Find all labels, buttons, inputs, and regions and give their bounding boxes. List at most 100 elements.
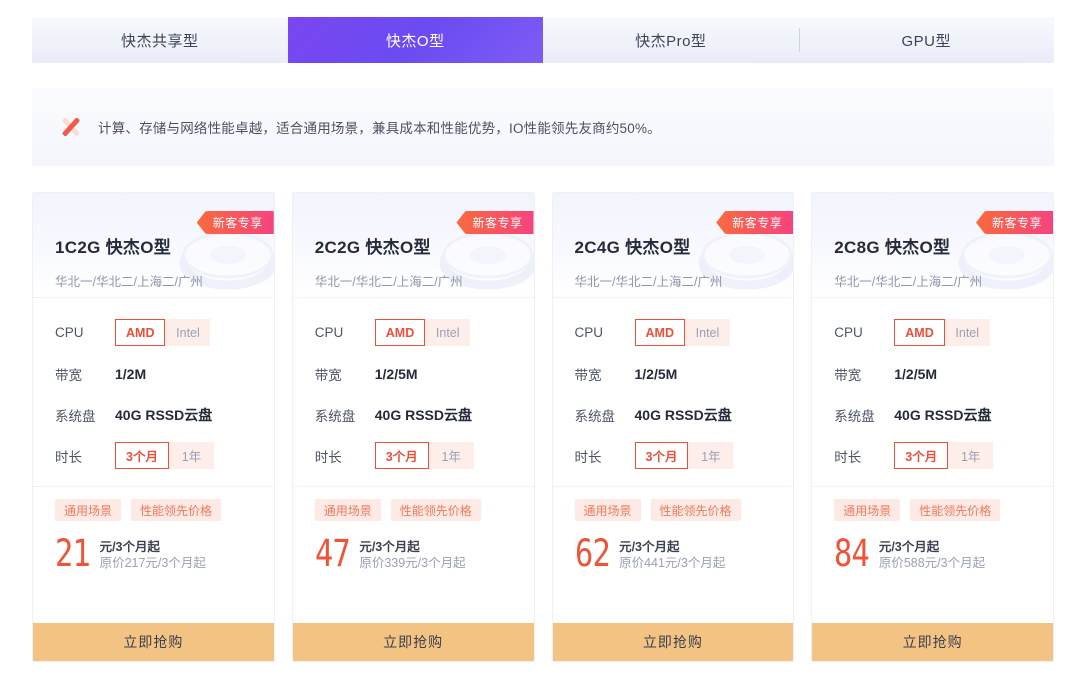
banner-text: 计算、存储与网络性能卓越，适合通用场景，兼具成本和性能优势，IO性能领先友商约5… bbox=[98, 117, 661, 137]
tab-3[interactable]: GPU型 bbox=[799, 17, 1055, 63]
spec-row: 带宽1/2/5M bbox=[834, 353, 1031, 394]
price-amount: 21 bbox=[55, 537, 90, 571]
price-amount: 62 bbox=[575, 537, 610, 571]
seg-option[interactable]: 3个月 bbox=[115, 442, 169, 469]
spec-label: 系统盘 bbox=[575, 405, 635, 425]
card-header: 新客专享1C2G 快杰O型华北一/华北二/上海二/广州 bbox=[33, 193, 274, 297]
buy-now-button[interactable]: 立即抢购 bbox=[33, 623, 274, 661]
new-customer-badge: 新客专享 bbox=[197, 211, 274, 234]
spec-value: 1/2/5M bbox=[894, 366, 937, 382]
original-price: 原价217元/3个月起 bbox=[100, 555, 206, 572]
card-header: 新客专享2C4G 快杰O型华北一/华北二/上海二/广州 bbox=[553, 193, 794, 297]
seg-option[interactable]: 1年 bbox=[948, 442, 993, 469]
new-customer-badge: 新客专享 bbox=[716, 211, 793, 234]
buy-now-button[interactable]: 立即抢购 bbox=[812, 623, 1053, 661]
spark-cross-icon bbox=[60, 116, 82, 138]
cpu-selector[interactable]: AMDIntel bbox=[894, 319, 989, 346]
cpu-selector[interactable]: AMDIntel bbox=[635, 319, 730, 346]
duration-selector[interactable]: 3个月1年 bbox=[894, 442, 993, 469]
card-header: 新客专享2C8G 快杰O型华北一/华北二/上海二/广州 bbox=[812, 193, 1053, 297]
price-line: 47元/3个月起原价339元/3个月起 bbox=[315, 537, 512, 572]
seg-option[interactable]: AMD bbox=[894, 319, 944, 346]
tag-list: 通用场景性能领先价格 bbox=[315, 499, 512, 521]
feature-tag: 性能领先价格 bbox=[131, 499, 221, 521]
seg-option[interactable]: Intel bbox=[425, 319, 470, 346]
spec-value: 40G RSSD云盘 bbox=[635, 405, 732, 425]
tab-1[interactable]: 快杰O型 bbox=[288, 17, 544, 63]
spec-list: CPUAMDIntel带宽1/2/5M系统盘40G RSSD云盘时长3个月1年 bbox=[553, 298, 794, 486]
spec-row: 时长3个月1年 bbox=[575, 435, 772, 476]
spec-row: 带宽1/2/5M bbox=[315, 353, 512, 394]
seg-option[interactable]: AMD bbox=[115, 319, 165, 346]
price-amount: 84 bbox=[834, 537, 869, 571]
price-section: 通用场景性能领先价格 84 元/3个月起原价588元/3个月起 bbox=[812, 487, 1053, 623]
spec-list: CPUAMDIntel带宽1/2/5M系统盘40G RSSD云盘时长3个月1年 bbox=[812, 298, 1053, 486]
price-section: 通用场景性能领先价格 47元/3个月起原价339元/3个月起 bbox=[293, 487, 534, 623]
spec-list: CPUAMDIntel带宽1/2M系统盘40G RSSD云盘时长3个月1年 bbox=[33, 298, 274, 486]
seg-option[interactable]: 3个月 bbox=[894, 442, 948, 469]
spec-label: 时长 bbox=[315, 446, 375, 466]
feature-tag: 通用场景 bbox=[315, 499, 381, 521]
tab-label: 快杰共享型 bbox=[121, 30, 199, 51]
price-line: 62元/3个月起原价441元/3个月起 bbox=[575, 537, 772, 572]
price-line: 21 元/3个月起原价217元/3个月起 bbox=[55, 537, 252, 572]
spec-row: 时长3个月1年 bbox=[55, 435, 252, 476]
seg-option[interactable]: 1年 bbox=[169, 442, 214, 469]
duration-selector[interactable]: 3个月1年 bbox=[115, 442, 214, 469]
spec-label: CPU bbox=[834, 325, 894, 340]
product-card-grid: 新客专享1C2G 快杰O型华北一/华北二/上海二/广州CPUAMDIntel带宽… bbox=[32, 192, 1054, 662]
card-regions: 华北一/华北二/上海二/广州 bbox=[575, 271, 794, 290]
price-unit: 元/3个月起 bbox=[359, 539, 465, 555]
spec-label: 带宽 bbox=[575, 364, 635, 384]
card-title: 2C8G 快杰O型 bbox=[834, 233, 1053, 258]
original-price: 原价588元/3个月起 bbox=[879, 555, 985, 572]
spec-value: 40G RSSD云盘 bbox=[894, 405, 991, 425]
price-line: 84 元/3个月起原价588元/3个月起 bbox=[834, 537, 1031, 572]
spec-label: 系统盘 bbox=[55, 405, 115, 425]
tag-list: 通用场景性能领先价格 bbox=[834, 499, 1031, 521]
price-unit: 元/3个月起 bbox=[100, 539, 206, 555]
seg-option[interactable]: 3个月 bbox=[375, 442, 429, 469]
buy-now-button[interactable]: 立即抢购 bbox=[553, 623, 794, 661]
tab-2[interactable]: 快杰Pro型 bbox=[543, 17, 799, 63]
spec-row: 时长3个月1年 bbox=[315, 435, 512, 476]
duration-selector[interactable]: 3个月1年 bbox=[635, 442, 734, 469]
seg-option[interactable]: AMD bbox=[635, 319, 685, 346]
product-notice-banner: 计算、存储与网络性能卓越，适合通用场景，兼具成本和性能优势，IO性能领先友商约5… bbox=[32, 88, 1054, 166]
card-regions: 华北一/华北二/上海二/广州 bbox=[834, 271, 1053, 290]
new-customer-badge: 新客专享 bbox=[976, 211, 1053, 234]
seg-option[interactable]: 3个月 bbox=[635, 442, 689, 469]
product-card: 新客专享2C2G 快杰O型华北一/华北二/上海二/广州CPUAMDIntel带宽… bbox=[292, 192, 535, 662]
buy-now-button[interactable]: 立即抢购 bbox=[293, 623, 534, 661]
spec-row: CPUAMDIntel bbox=[575, 312, 772, 353]
spec-label: 系统盘 bbox=[315, 405, 375, 425]
spec-list: CPUAMDIntel带宽1/2/5M系统盘40G RSSD云盘时长3个月1年 bbox=[293, 298, 534, 486]
spec-row: 系统盘40G RSSD云盘 bbox=[834, 394, 1031, 435]
spec-label: 带宽 bbox=[315, 364, 375, 384]
seg-option[interactable]: 1年 bbox=[429, 442, 474, 469]
card-title: 2C4G 快杰O型 bbox=[575, 233, 794, 258]
card-regions: 华北一/华北二/上海二/广州 bbox=[315, 271, 534, 290]
original-price: 原价441元/3个月起 bbox=[619, 555, 725, 572]
spec-row: CPUAMDIntel bbox=[834, 312, 1031, 353]
seg-option[interactable]: Intel bbox=[685, 319, 730, 346]
instance-type-tabs[interactable]: 快杰共享型 快杰O型快杰Pro型GPU型 bbox=[32, 17, 1054, 63]
duration-selector[interactable]: 3个月1年 bbox=[375, 442, 474, 469]
new-customer-badge: 新客专享 bbox=[456, 211, 533, 234]
spec-row: CPUAMDIntel bbox=[315, 312, 512, 353]
cpu-selector[interactable]: AMDIntel bbox=[115, 319, 210, 346]
seg-option[interactable]: Intel bbox=[945, 319, 990, 346]
spec-label: CPU bbox=[55, 325, 115, 340]
card-regions: 华北一/华北二/上海二/广州 bbox=[55, 271, 274, 290]
price-unit: 元/3个月起 bbox=[879, 539, 985, 555]
seg-option[interactable]: Intel bbox=[165, 319, 210, 346]
tab-0[interactable]: 快杰共享型 bbox=[32, 17, 288, 63]
cpu-selector[interactable]: AMDIntel bbox=[375, 319, 470, 346]
spec-label: CPU bbox=[315, 325, 375, 340]
spec-label: 时长 bbox=[55, 446, 115, 466]
feature-tag: 通用场景 bbox=[834, 499, 900, 521]
price-section: 通用场景性能领先价格 21 元/3个月起原价217元/3个月起 bbox=[33, 487, 274, 623]
seg-option[interactable]: 1年 bbox=[688, 442, 733, 469]
seg-option[interactable]: AMD bbox=[375, 319, 425, 346]
tag-list: 通用场景性能领先价格 bbox=[55, 499, 252, 521]
